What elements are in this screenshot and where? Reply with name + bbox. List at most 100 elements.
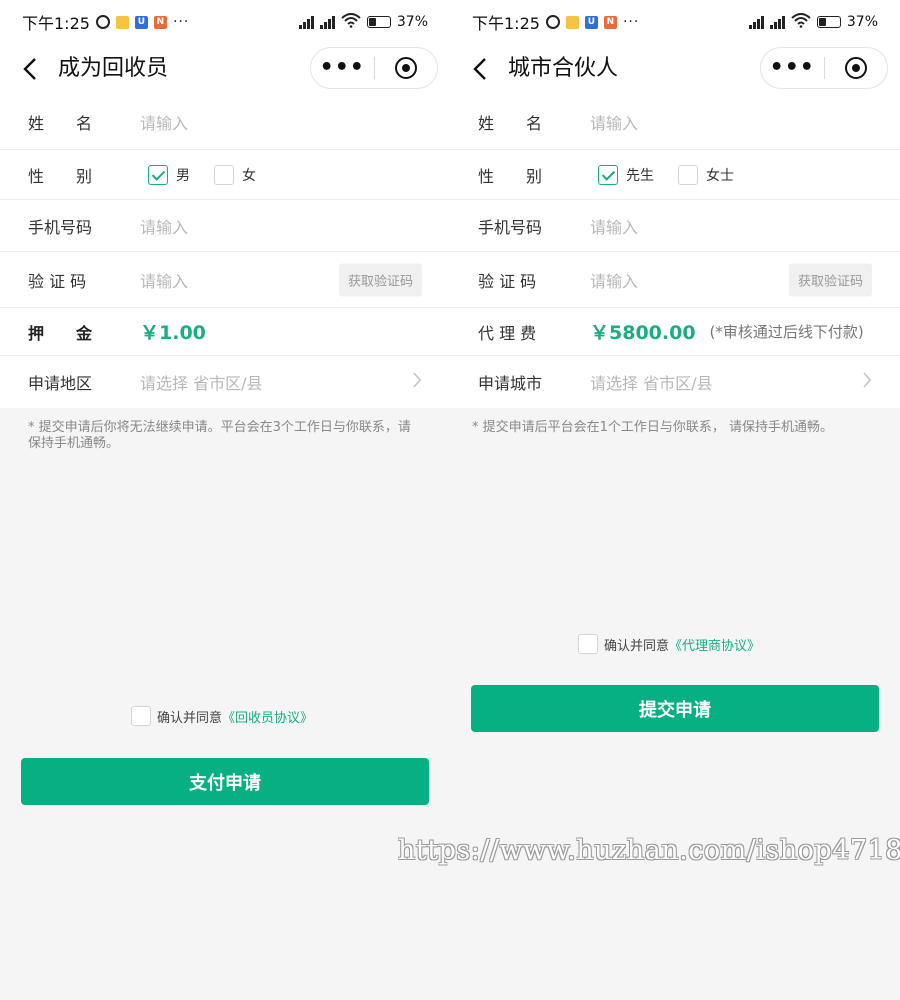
submit-apply-button[interactable]: 提交申请 — [471, 685, 879, 732]
gender-row: 性 别 男 女 — [0, 150, 450, 200]
nav-bar: 成为回收员 ••• — [0, 44, 450, 94]
hd-signal-icon — [748, 15, 764, 29]
alarm-icon — [545, 15, 560, 29]
hd-signal-icon — [319, 15, 335, 29]
region-select[interactable]: 请选择 省市区/县 — [140, 370, 262, 394]
hd-signal-icon — [298, 15, 314, 29]
gender-option-female[interactable]: 女 — [214, 164, 256, 185]
page-title: 城市合伙人 — [508, 56, 619, 81]
name-label: 姓 名 — [28, 113, 93, 133]
deposit-row: 押 金 ￥1.00 — [0, 308, 450, 356]
gender-label: 性 别 — [28, 166, 93, 186]
get-code-button[interactable]: 获取验证码 — [338, 263, 422, 296]
phone-input[interactable]: 请输入 — [140, 214, 188, 238]
flag-notification-icon — [565, 15, 579, 29]
u-app-icon: U — [134, 15, 148, 29]
phone-label: 手机号码 — [28, 217, 93, 237]
phone-label: 手机号码 — [478, 217, 543, 237]
more-menu-icon[interactable]: ••• — [761, 48, 824, 88]
code-input[interactable]: 请输入 — [140, 268, 188, 292]
close-miniprogram-icon[interactable] — [824, 57, 887, 79]
battery-icon — [816, 16, 841, 28]
gender-option-mr[interactable]: 先生 — [598, 164, 654, 185]
more-notifications-icon: ··· — [172, 14, 190, 30]
fee-label: 代 理 费 — [478, 323, 537, 343]
miniprogram-capsule: ••• — [310, 47, 438, 89]
battery-percent: 37% — [846, 14, 878, 30]
notice-text: * 提交申请后平台会在1个工作日与你联系， 请保持手机通畅。 — [472, 420, 834, 435]
back-arrow-icon[interactable] — [22, 57, 44, 81]
gender-label: 性 别 — [478, 166, 543, 186]
name-input[interactable]: 请输入 — [140, 110, 188, 134]
back-arrow-icon[interactable] — [472, 57, 494, 81]
code-row: 验 证 码 请输入 获取验证码 — [0, 252, 450, 308]
watermark-url: https://www.huzhan.com/ishop47182 — [398, 835, 900, 866]
get-code-button[interactable]: 获取验证码 — [788, 263, 872, 296]
region-label: 申请地区 — [28, 374, 93, 393]
agree-checkbox[interactable] — [131, 706, 151, 726]
city-row[interactable]: 申请城市 请选择 省市区/县 — [450, 356, 900, 408]
status-bar: 下午1:25 U N ··· 37% — [0, 0, 450, 44]
name-input[interactable]: 请输入 — [590, 110, 638, 134]
code-input[interactable]: 请输入 — [590, 268, 638, 292]
n-app-icon: N — [603, 15, 617, 29]
application-form: 姓 名 请输入 性 别 男 女 手机号码 请输入 验 证 码 请输入 获取验证码… — [0, 94, 450, 408]
battery-icon — [366, 16, 391, 28]
agree-checkbox[interactable] — [578, 634, 598, 654]
hd-signal-icon — [769, 15, 785, 29]
agree-text: 确认并同意 — [604, 638, 670, 654]
agree-text: 确认并同意 — [157, 710, 223, 726]
more-notifications-icon: ··· — [622, 14, 640, 30]
checkbox-unchecked-icon[interactable] — [678, 164, 698, 185]
gender-options: 先生 女士 — [598, 164, 758, 185]
fee-note: (*审核通过后线下付款) — [709, 323, 864, 341]
agreement-link[interactable]: 《代理商协议》 — [669, 635, 760, 654]
n-app-icon: N — [153, 15, 167, 29]
deposit-amount: ￥1.00 — [140, 322, 206, 344]
agreement: 确认并同意 《回收员协议》 — [131, 706, 313, 726]
gender-option-ms[interactable]: 女士 — [678, 164, 734, 185]
status-time: 下午1:25 — [22, 14, 90, 33]
checkbox-unchecked-icon[interactable] — [214, 164, 234, 185]
wifi-icon — [341, 12, 361, 32]
wifi-icon — [791, 12, 811, 32]
flag-notification-icon — [115, 15, 129, 29]
application-form: 姓 名 请输入 性 别 先生 女士 手机号码 请输入 验 证 码 请输入 获取验… — [450, 94, 900, 408]
more-menu-icon[interactable]: ••• — [311, 48, 374, 88]
agreement-link[interactable]: 《回收员协议》 — [222, 707, 313, 726]
phone-row: 手机号码 请输入 — [450, 200, 900, 252]
pay-apply-button[interactable]: 支付申请 — [21, 758, 429, 805]
nav-bar: 城市合伙人 ••• — [450, 44, 900, 94]
code-label: 验 证 码 — [478, 271, 537, 291]
name-row: 姓 名 请输入 — [450, 94, 900, 150]
agreement: 确认并同意 《代理商协议》 — [578, 634, 760, 654]
deposit-label: 押 金 — [28, 323, 93, 343]
battery-percent: 37% — [396, 14, 428, 30]
checkbox-checked-icon[interactable] — [598, 164, 618, 185]
name-label: 姓 名 — [478, 113, 543, 133]
region-row[interactable]: 申请地区 请选择 省市区/县 — [0, 356, 450, 408]
phone-row: 手机号码 请输入 — [0, 200, 450, 252]
alarm-icon — [95, 15, 110, 29]
fee-row: 代 理 费 ￥5800.00 (*审核通过后线下付款) — [450, 308, 900, 356]
status-time: 下午1:25 — [472, 14, 540, 33]
name-row: 姓 名 请输入 — [0, 94, 450, 150]
recycler-screen: 下午1:25 U N ··· 37% 成为回收员 ••• 姓 名 请输入 性 别… — [0, 0, 450, 1000]
page-title: 成为回收员 — [58, 56, 169, 81]
gender-row: 性 别 先生 女士 — [450, 150, 900, 200]
miniprogram-capsule: ••• — [760, 47, 888, 89]
fee-amount: ￥5800.00 — [590, 322, 696, 344]
code-label: 验 证 码 — [28, 271, 87, 291]
close-miniprogram-icon[interactable] — [374, 57, 437, 79]
gender-option-male[interactable]: 男 — [148, 164, 190, 185]
checkbox-checked-icon[interactable] — [148, 164, 168, 185]
chevron-right-icon — [862, 372, 872, 392]
code-row: 验 证 码 请输入 获取验证码 — [450, 252, 900, 308]
gender-options: 男 女 — [148, 164, 280, 185]
city-select[interactable]: 请选择 省市区/县 — [590, 370, 712, 394]
chevron-right-icon — [412, 372, 422, 392]
status-bar: 下午1:25 U N ··· 37% — [450, 0, 900, 44]
phone-input[interactable]: 请输入 — [590, 214, 638, 238]
notice-text: * 提交申请后你将无法继续申请。平台会在3个工作日与你联系，请保持手机通畅。 — [28, 420, 411, 451]
u-app-icon: U — [584, 15, 598, 29]
